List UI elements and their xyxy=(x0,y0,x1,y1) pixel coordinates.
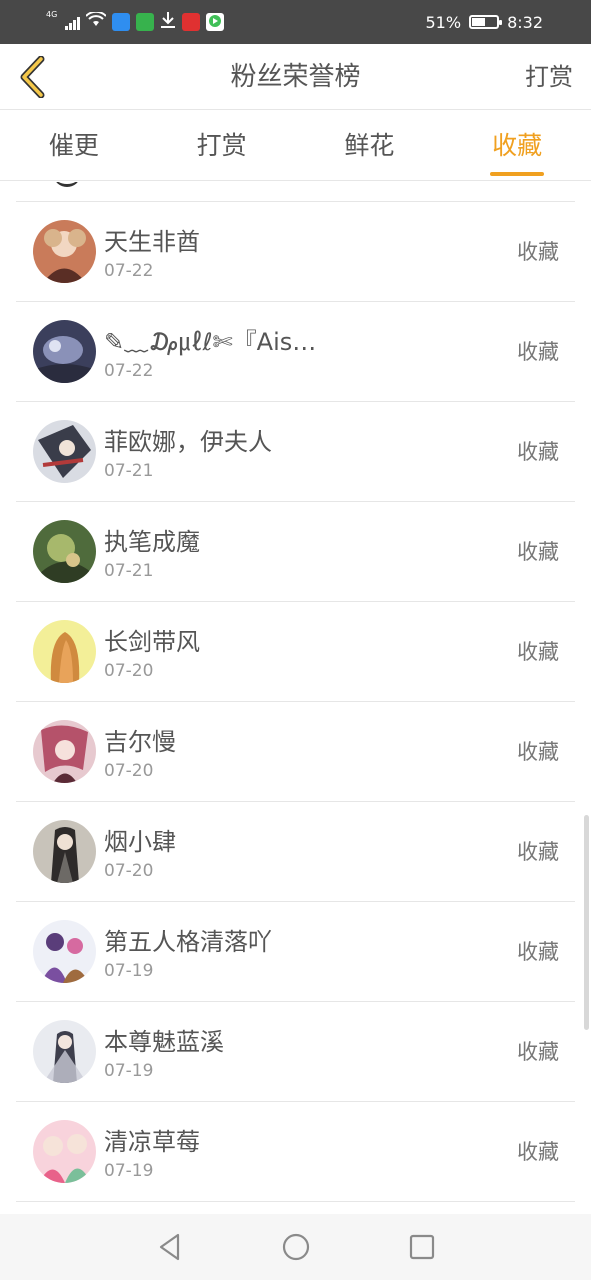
avatar xyxy=(33,820,96,883)
status-bar: 4G 51% 8:32 xyxy=(0,0,591,44)
tab-bar: 催更 打赏 鲜花 收藏 xyxy=(0,111,591,181)
nav-home-button[interactable] xyxy=(276,1227,316,1267)
battery-percent: 51% xyxy=(425,12,462,32)
fan-action: 收藏 xyxy=(517,440,559,464)
clock: 8:32 xyxy=(507,12,543,32)
video-notification-icon xyxy=(206,13,225,31)
battery-icon xyxy=(469,15,503,29)
page-title: 粉丝荣誉榜 xyxy=(230,62,361,92)
fan-date: 07-20 xyxy=(104,661,154,681)
reward-button[interactable]: 打赏 xyxy=(525,44,573,110)
avatar xyxy=(33,1020,96,1083)
tab-label: 催更 xyxy=(48,131,99,160)
avatar xyxy=(33,920,96,983)
toutiao-notification-icon xyxy=(182,13,201,31)
list-item[interactable]: 执笔成魔 07-21 收藏 xyxy=(16,502,575,602)
user-name: 烟小肆 xyxy=(104,828,176,856)
tab-flowers[interactable]: 鲜花 xyxy=(296,111,444,180)
fan-action: 收藏 xyxy=(517,1040,559,1064)
tab-urge[interactable]: 催更 xyxy=(0,111,148,180)
nav-back-button[interactable] xyxy=(150,1227,190,1267)
fan-date: 07-22 xyxy=(104,361,154,381)
list-item[interactable]: 第五人格清落吖 07-19 收藏 xyxy=(16,902,575,1002)
signal-icon xyxy=(65,14,81,30)
fan-date: 07-19 xyxy=(104,961,154,981)
tab-label: 打赏 xyxy=(196,131,247,160)
fan-action: 收藏 xyxy=(517,640,559,664)
list-item[interactable]: ✎﹏₯㎕ℓ✄『Ais… 07-22 收藏 xyxy=(16,302,575,402)
fan-date: 07-22 xyxy=(104,261,154,281)
user-name: ✎﹏₯㎕ℓ✄『Ais… xyxy=(104,328,317,356)
list-item[interactable]: 烟小肆 07-20 收藏 xyxy=(16,802,575,902)
fan-list[interactable]: 天生非酋 07-22 收藏 ✎﹏₯㎕ℓ✄『Ais… 07-22 收藏 菲欧娜，伊… xyxy=(0,182,591,1214)
fan-action: 收藏 xyxy=(517,240,559,264)
user-name: 第五人格清落吖 xyxy=(104,928,272,956)
fan-date: 07-19 xyxy=(104,1061,154,1081)
user-name: 执笔成魔 xyxy=(104,528,200,556)
user-name: 清凉草莓 xyxy=(104,1128,200,1156)
list-item[interactable]: 长剑带风 07-20 收藏 xyxy=(16,602,575,702)
tab-indicator xyxy=(490,172,545,176)
scrollbar[interactable] xyxy=(584,815,589,1030)
list-item[interactable]: 本尊魅蓝溪 07-19 收藏 xyxy=(16,1002,575,1102)
avatar xyxy=(33,420,96,483)
app-notification-icon xyxy=(112,13,131,31)
list-item[interactable]: 吉尔慢 07-20 收藏 xyxy=(16,702,575,802)
wifi-icon xyxy=(85,10,108,32)
fan-action: 收藏 xyxy=(517,340,559,364)
avatar xyxy=(33,1120,96,1183)
tab-label: 鲜花 xyxy=(344,131,395,160)
avatar xyxy=(33,320,96,383)
fan-date: 07-21 xyxy=(104,461,154,481)
avatar xyxy=(33,720,96,783)
system-nav-bar xyxy=(0,1214,591,1280)
tab-favorites[interactable]: 收藏 xyxy=(443,111,591,180)
list-item[interactable]: 清凉草莓 07-19 收藏 xyxy=(16,1102,575,1202)
user-name: 长剑带风 xyxy=(104,628,200,656)
fan-date: 07-20 xyxy=(104,861,154,881)
fan-date: 07-20 xyxy=(104,761,154,781)
fan-action: 收藏 xyxy=(517,1140,559,1164)
tab-label: 收藏 xyxy=(492,131,543,160)
nav-recents-button[interactable] xyxy=(402,1227,442,1267)
status-right: 51% 8:32 xyxy=(426,13,544,32)
fan-action: 收藏 xyxy=(517,840,559,864)
user-name: 天生非酋 xyxy=(104,228,200,256)
avatar xyxy=(33,620,96,683)
list-item[interactable]: 菲欧娜，伊夫人 07-21 收藏 xyxy=(16,402,575,502)
back-triangle-icon xyxy=(159,1233,179,1261)
tab-reward[interactable]: 打赏 xyxy=(148,111,296,180)
fan-action: 收藏 xyxy=(517,740,559,764)
user-name: 菲欧娜，伊夫人 xyxy=(104,428,272,456)
home-circle-icon xyxy=(282,1233,309,1261)
recents-square-icon xyxy=(409,1234,434,1260)
user-name: 吉尔慢 xyxy=(104,728,176,756)
iqiyi-notification-icon xyxy=(136,13,155,31)
status-icons: 4G xyxy=(46,10,225,33)
fan-date: 07-19 xyxy=(104,1161,154,1181)
download-icon xyxy=(160,11,176,33)
avatar xyxy=(33,520,96,583)
list-item-partial xyxy=(16,182,575,202)
fan-action: 收藏 xyxy=(517,540,559,564)
fan-date: 07-21 xyxy=(104,561,154,581)
list-item[interactable]: 天生非酋 07-22 收藏 xyxy=(16,202,575,302)
avatar xyxy=(33,220,96,283)
fan-action: 收藏 xyxy=(517,940,559,964)
app-header: 粉丝荣誉榜 打赏 xyxy=(0,44,591,110)
user-name: 本尊魅蓝溪 xyxy=(104,1028,224,1056)
network-type: 4G xyxy=(46,10,58,19)
